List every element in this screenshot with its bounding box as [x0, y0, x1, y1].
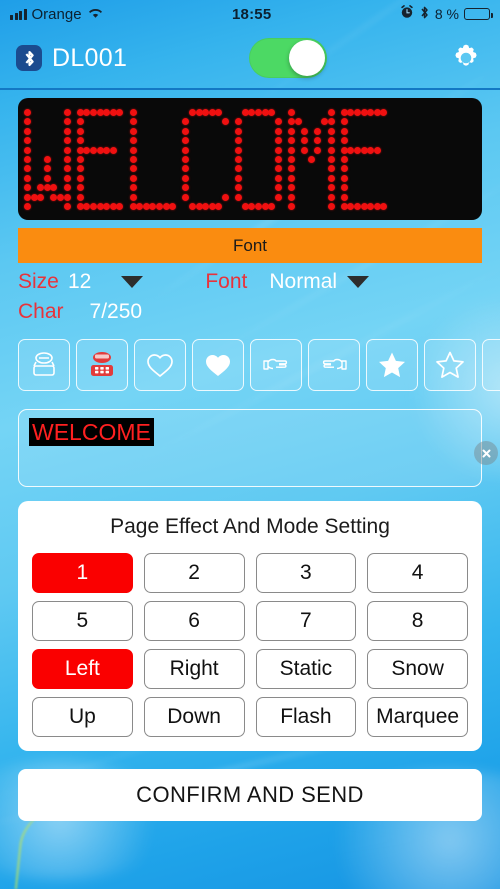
device-info[interactable]: DL001 [16, 44, 127, 73]
effect-button-label: Up [68, 705, 96, 728]
effect-button-3[interactable]: 3 [255, 553, 357, 593]
effect-button-label: Marquee [376, 705, 460, 728]
gear-icon [455, 44, 477, 66]
star-filled-icon [379, 352, 405, 378]
toggle-knob [288, 40, 325, 76]
connection-toggle[interactable] [248, 38, 327, 78]
app-header: DL001 [0, 28, 500, 90]
battery-percent-label: 8 % [434, 6, 459, 22]
font-label: Font [205, 270, 248, 293]
clock-label: 18:55 [232, 5, 272, 23]
effect-button-up[interactable]: Up [32, 697, 133, 737]
message-input-wrapper: WELCOME [18, 409, 498, 487]
message-textarea[interactable]: WELCOME [18, 409, 482, 487]
char-label: Char [18, 300, 64, 323]
size-row: Size 12 Font Normal [18, 267, 482, 297]
effect-button-snow[interactable]: Snow [367, 649, 468, 689]
led-display-preview [18, 98, 482, 220]
heart-filled-icon [206, 355, 230, 376]
symbol-picker-strip[interactable] [18, 339, 500, 391]
effect-button-right[interactable]: Right [143, 649, 245, 689]
panel-title: Page Effect And Mode Setting [110, 515, 390, 538]
effect-button-label: 2 [188, 561, 200, 584]
confirm-and-send-button[interactable]: CONFIRM AND SEND [18, 769, 482, 821]
char-row: Char 7/250 [18, 297, 482, 327]
symbol-tile-heart-filled[interactable] [192, 339, 244, 391]
char-count-value: 7/250 [89, 300, 143, 323]
size-dropdown-chevron-down-icon[interactable] [121, 276, 144, 288]
font-section-title: Font [232, 235, 268, 255]
status-bar: Orange 18:55 8 % [0, 0, 500, 28]
hand-pointing-right-icon [263, 358, 288, 370]
font-options: Size 12 Font Normal Char 7/250 [18, 267, 482, 327]
font-dropdown-chevron-down-icon[interactable] [347, 276, 370, 288]
size-label: Size [18, 270, 59, 293]
effect-button-5[interactable]: 5 [32, 601, 133, 641]
symbol-tile-star-filled[interactable] [366, 339, 418, 391]
symbol-tile-heart-outline[interactable] [134, 339, 186, 391]
message-text-value: WELCOME [29, 418, 154, 447]
effect-button-label: Down [167, 705, 221, 728]
symbol-tile-phone-outline[interactable] [18, 339, 70, 391]
font-value[interactable]: Normal [269, 270, 337, 294]
settings-button[interactable] [448, 40, 484, 76]
effect-button-label: 4 [411, 561, 424, 584]
effect-button-label: 7 [300, 609, 312, 632]
effect-button-4[interactable]: 4 [367, 553, 468, 593]
clear-text-button[interactable] [474, 441, 498, 465]
alarm-clock-icon [400, 5, 414, 23]
device-name-label: DL001 [52, 43, 128, 72]
page-effect-panel: Page Effect And Mode Setting 1 2 3 4 5 6 7 8 Lef… [18, 501, 482, 751]
signal-bars-icon [10, 8, 27, 20]
phone-filled-icon [91, 352, 113, 376]
effect-button-label: 1 [76, 561, 89, 584]
effect-button-label: Right [169, 657, 219, 680]
effect-button-static[interactable]: Static [255, 649, 357, 689]
effect-button-label: 8 [411, 609, 424, 632]
close-icon [482, 449, 490, 457]
effect-button-1[interactable]: 1 [32, 553, 133, 593]
wifi-icon [87, 6, 104, 23]
symbol-tile-next-partial[interactable] [482, 339, 500, 391]
confirm-button-label: CONFIRM AND SEND [136, 782, 364, 807]
effect-button-6[interactable]: 6 [143, 601, 245, 641]
effect-button-label: 5 [76, 609, 89, 632]
bluetooth-icon [419, 5, 430, 24]
star-outline-icon [436, 351, 464, 378]
heart-outline-icon [147, 354, 173, 378]
effect-button-down[interactable]: Down [143, 697, 245, 737]
symbol-tile-star-outline[interactable] [424, 339, 476, 391]
effect-button-8[interactable]: 8 [367, 601, 468, 641]
effect-button-label: Flash [280, 705, 332, 728]
symbol-tile-hand-pointing-left[interactable] [308, 339, 360, 391]
effect-button-label: Static [279, 657, 333, 680]
effect-button-label: 6 [188, 609, 200, 632]
size-value[interactable]: 12 [68, 270, 91, 294]
font-section-header: Font [18, 228, 482, 263]
effect-button-grid: 1 2 3 4 5 6 7 8 Left Right Static Snow Up Down Flash Ma… [32, 553, 468, 737]
effect-button-label: Left [64, 657, 100, 680]
phone-outline-icon [33, 352, 55, 376]
battery-icon [463, 8, 493, 20]
symbol-tile-phone-filled[interactable] [76, 339, 128, 391]
effect-button-label: Snow [391, 657, 444, 680]
symbol-tile-hand-pointing-right[interactable] [250, 339, 302, 391]
effect-button-marquee[interactable]: Marquee [367, 697, 468, 737]
bluetooth-icon [16, 45, 42, 71]
effect-button-flash[interactable]: Flash [255, 697, 357, 737]
effect-button-label: 3 [300, 561, 312, 584]
carrier-label: Orange [31, 5, 82, 23]
effect-button-2[interactable]: 2 [143, 553, 245, 593]
effect-button-7[interactable]: 7 [255, 601, 357, 641]
effect-button-left[interactable]: Left [32, 649, 133, 689]
hand-pointing-left-icon [322, 358, 347, 370]
app-root: Orange 18:55 8 % DL001 Font Size 12 Font… [0, 0, 500, 889]
